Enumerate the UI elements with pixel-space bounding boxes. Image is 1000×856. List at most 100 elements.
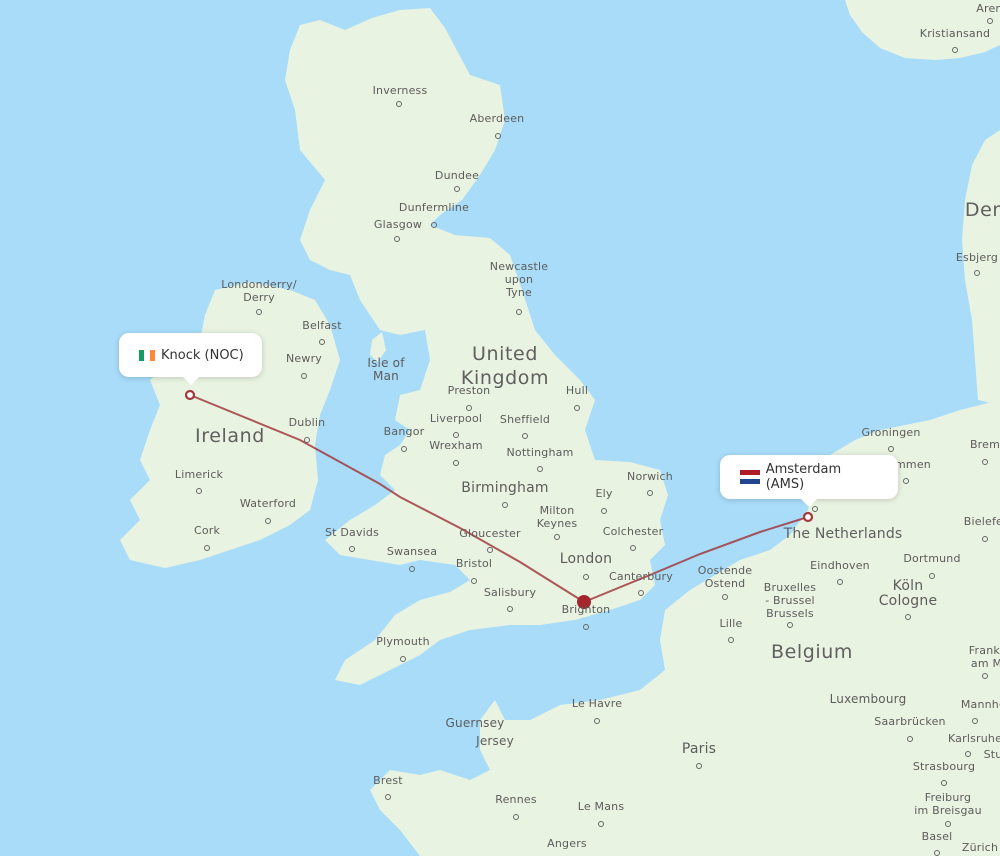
city-dot-sheffield [522,433,528,439]
city-label-lille: Lille [719,617,743,630]
destination-airport-name: Amsterdam (AMS) [765,462,842,492]
city-dot-liverpool [453,432,459,438]
city-label-birmingham: Birmingham [461,480,549,496]
city-label-saarbrucken: Saarbrücken [874,715,946,728]
city-dot-basel [934,850,940,856]
city-label-london: London [559,551,613,567]
region-label-jersey: Jersey [476,734,514,748]
city-label-esbjerg: Esbjerg [955,251,999,264]
city-label-nottingham: Nottingham [506,446,574,459]
origin-airport-name: Knock (NOC) [161,347,244,363]
city-label-le-havre: Le Havre [571,697,623,710]
city-label-limerick: Limerick [174,468,224,481]
city-dot-lille [728,637,734,643]
country-label-belgium: Belgium [770,641,854,663]
city-label-ely: Ely [595,487,613,500]
city-dot-newry [301,373,307,379]
city-dot-colchester [630,545,636,551]
city-label-salisbury: Salisbury [483,586,537,599]
city-label-gloucester: Gloucester [459,527,521,540]
origin-marker[interactable] [184,389,196,401]
city-dot-birmingham [502,502,508,508]
city-label-brighton: Brighton [561,603,611,616]
city-dot-milton-keynes [554,534,560,540]
city-label-wrexham: Wrexham [429,439,483,452]
city-dot-nottingham [537,466,543,472]
city-label-zurich: Zürich [961,841,999,854]
city-label-norwich: Norwich [627,470,673,483]
city-dot-le-havre [594,718,600,724]
city-dot-swansea [409,566,415,572]
ireland-flag-icon [139,349,155,361]
destination-tooltip[interactable]: Amsterdam (AMS) [720,455,898,507]
city-dot-brussels [787,622,793,628]
city-dot-st-davids [349,546,355,552]
city-label-preston: Preston [447,384,491,397]
city-label-basel: Basel [921,830,953,843]
city-dot-limerick [196,488,202,494]
city-dot-canterbury [638,590,644,596]
city-dot-arendal [987,18,993,24]
city-label-bielefeld: Bielefel [963,515,1000,528]
city-dot-frankfurt [982,673,988,679]
city-dot-paris [696,763,702,769]
city-label-mannheim: Mannhei [960,698,1000,711]
city-label-st-davids: St Davids [324,526,380,539]
city-label-angers: Angers [547,837,587,850]
city-label-arendal: Arend [976,2,1000,15]
city-label-le-mans: Le Mans [577,800,625,813]
city-label-inverness: Inverness [372,84,428,97]
city-dot-karlsruhe [965,751,971,757]
city-label-milton-keynes: Milton Keynes [536,504,578,530]
city-dot-hull [574,405,580,411]
city-dot-oostende [722,594,728,600]
city-label-cork: Cork [193,524,221,537]
city-dot-bristol [471,578,477,584]
city-dot-bangor [401,446,407,452]
city-label-londonderry: Londonderry/ Derry [221,278,297,304]
city-dot-londonderry [256,309,262,315]
city-dot-glasgow [394,236,400,242]
region-label-isle-of-man: Isle of Man [367,356,405,383]
city-label-bremen: Brem [969,438,1000,451]
city-dot-dublin [304,437,310,443]
city-label-canterbury: Canterbury [609,570,673,583]
city-dot-groningen [888,446,894,452]
country-label-denmark: Den [964,199,1000,221]
city-label-karlsruhe: Karlsruhe [947,732,1000,745]
city-dot-ely [601,508,607,514]
city-label-glasgow: Glasgow [373,218,423,231]
city-dot-emmen [903,478,909,484]
city-label-eindhoven: Eindhoven [810,559,870,572]
origin-tooltip[interactable]: Knock (NOC) [119,333,262,385]
city-label-sheffield: Sheffield [499,413,551,426]
city-dot-le-mans [598,821,604,827]
city-dot-freiburg [945,821,951,827]
region-label-guernsey: Guernsey [445,716,505,730]
city-label-frankfurt: Frankfu am Ma [968,644,1000,670]
city-dot-gloucester [487,547,493,553]
city-label-hull: Hull [565,384,589,397]
city-label-dublin: Dublin [288,416,326,429]
city-label-dortmund: Dortmund [903,552,961,565]
destination-marker[interactable] [802,511,814,523]
city-dot-dundee [454,186,460,192]
city-label-paris: Paris [681,741,717,757]
city-label-cologne: Köln Cologne [878,578,938,609]
city-dot-bremen [982,459,988,465]
city-label-emmen: mmen [895,458,931,471]
city-label-bristol: Bristol [455,557,493,570]
city-dot-brest [385,794,391,800]
country-label-luxembourg: Luxembourg [829,692,907,706]
city-label-brest: Brest [373,774,403,787]
city-label-dunfermline: Dunfermline [398,201,470,214]
city-label-newry: Newry [285,352,323,365]
city-dot-inverness [396,101,402,107]
city-label-strasbourg: Strasbourg [912,760,976,773]
city-label-belfast: Belfast [302,319,342,332]
country-label-uk: United Kingdom [460,343,550,389]
city-label-aberdeen: Aberdeen [469,112,525,125]
city-dot-mannheim [972,718,978,724]
city-dot-plymouth [400,656,406,662]
city-dot-esbjerg [974,270,980,276]
